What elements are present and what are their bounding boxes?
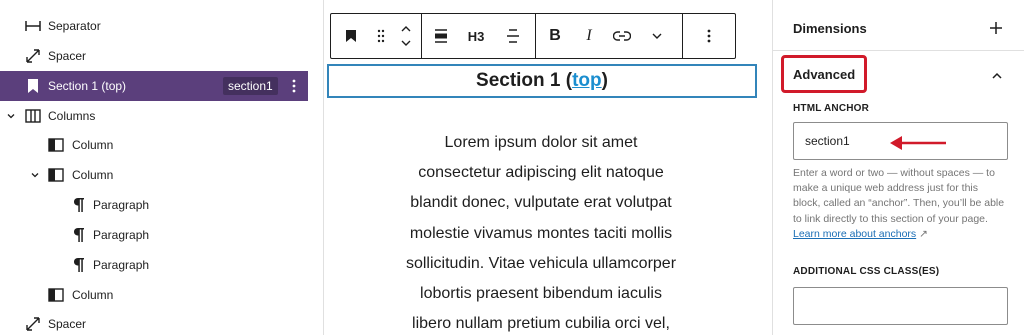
link-icon[interactable] xyxy=(604,14,640,58)
css-class-input[interactable] xyxy=(793,287,1008,325)
list-item-columns[interactable]: Columns xyxy=(0,101,308,131)
columns-icon xyxy=(24,107,42,125)
list-item-paragraph[interactable]: Paragraph xyxy=(0,250,308,280)
annotation-highlight-box xyxy=(781,55,867,93)
toolbar-format-group: B I xyxy=(536,14,683,58)
list-item-label: Column xyxy=(72,168,114,182)
pilcrow-icon xyxy=(70,256,88,274)
heading-level-button[interactable]: H3 xyxy=(460,14,492,58)
list-item-column[interactable]: Column xyxy=(0,160,308,190)
drag-handle-icon[interactable] xyxy=(371,14,391,58)
chevron-down-icon[interactable] xyxy=(640,14,674,58)
separator-icon xyxy=(24,17,42,35)
help-text: Enter a word or two — without spaces — t… xyxy=(793,167,1005,225)
list-item-label: Paragraph xyxy=(93,258,150,272)
list-item-paragraph[interactable]: Paragraph xyxy=(0,190,308,220)
paragraph-line: libero nullam pretium cubilia orci vel, xyxy=(412,315,670,333)
column-icon xyxy=(47,286,65,304)
toolbar-options-group xyxy=(683,14,735,58)
pilcrow-icon xyxy=(70,196,88,214)
list-item-spacer[interactable]: Spacer xyxy=(0,41,308,71)
toolbar-heading-group: H3 xyxy=(422,14,536,58)
block-toolbar: H3 B I xyxy=(330,13,736,59)
chevron-down-icon[interactable] xyxy=(5,110,17,122)
list-item-column[interactable]: Column xyxy=(0,280,308,310)
list-view-divider xyxy=(323,0,324,335)
list-item-label: Separator xyxy=(48,19,101,33)
list-item-label: Paragraph xyxy=(93,198,150,212)
paragraph-line: sollicitudin. Vitae vehicula ullamcorper xyxy=(405,254,677,272)
list-item-label: Column xyxy=(72,288,114,302)
paragraph-line: consectetur adipiscing elit natoque xyxy=(418,164,664,182)
list-item-label: Columns xyxy=(48,109,96,123)
bold-button[interactable]: B xyxy=(536,14,574,58)
external-link-icon: ↗ xyxy=(919,227,928,240)
css-class-label: ADDITIONAL CSS CLASS(ES) xyxy=(793,266,940,277)
paragraph-line: lobortis praesent bibendum iaculis xyxy=(420,285,662,303)
learn-more-anchors-link[interactable]: Learn more about anchors xyxy=(793,228,916,240)
panel-divider xyxy=(773,50,1024,51)
paragraph-line: Lorem ipsum dolor sit amet xyxy=(444,134,638,151)
list-item-label: Spacer xyxy=(48,317,87,331)
heading-link[interactable]: top xyxy=(572,70,602,92)
paragraph-line: molestie vivamus montes taciti mollis xyxy=(409,224,673,242)
html-anchor-label: HTML ANCHOR xyxy=(793,103,870,114)
html-anchor-help: Enter a word or two — without spaces — t… xyxy=(793,166,1007,242)
dimensions-panel-header[interactable]: Dimensions xyxy=(773,6,1024,50)
list-item-column[interactable]: Column xyxy=(0,130,308,160)
move-up-down-icon[interactable] xyxy=(391,14,421,58)
column-icon xyxy=(47,166,65,184)
dimensions-title: Dimensions xyxy=(793,20,867,36)
italic-button[interactable]: I xyxy=(574,14,604,58)
paragraph-line: blandit donec, vulputate erat volutpat xyxy=(410,194,672,212)
chevron-up-icon[interactable] xyxy=(991,68,1003,83)
toolbar-block-group xyxy=(331,14,422,58)
list-item-section-heading[interactable]: Section 1 (top) section1 xyxy=(0,71,308,101)
settings-sidebar: Dimensions Advanced HTML ANCHOR Enter a … xyxy=(773,0,1024,335)
pilcrow-icon xyxy=(70,226,88,244)
bookmark-icon[interactable] xyxy=(331,14,371,58)
list-item-spacer[interactable]: Spacer xyxy=(0,309,308,335)
heading-block[interactable]: Section 1 (top) xyxy=(327,64,757,98)
align-icon[interactable] xyxy=(422,14,460,58)
annotation-arrow-icon xyxy=(890,136,946,150)
spacer-icon xyxy=(24,315,42,333)
heading-text: Section 1 ( xyxy=(476,70,573,91)
list-item-paragraph[interactable]: Paragraph xyxy=(0,220,308,250)
paragraph-block[interactable]: Lorem ipsum dolor sit amet consectetur a… xyxy=(360,128,722,335)
text-align-icon[interactable] xyxy=(492,14,534,58)
block-options-icon[interactable] xyxy=(288,78,300,94)
list-item-label: Column xyxy=(72,138,114,152)
plus-icon[interactable] xyxy=(989,21,1003,38)
list-item-label: Spacer xyxy=(48,49,87,63)
list-item-separator[interactable]: Separator xyxy=(0,11,308,41)
column-icon xyxy=(47,136,65,154)
list-item-label: Section 1 (top) xyxy=(48,79,127,93)
bookmark-icon xyxy=(24,77,42,95)
heading-text-close: ) xyxy=(601,70,608,91)
spacer-icon xyxy=(24,47,42,65)
chevron-down-icon[interactable] xyxy=(29,169,41,181)
anchor-badge: section1 xyxy=(223,77,278,95)
more-options-icon[interactable] xyxy=(683,14,735,58)
list-item-label: Paragraph xyxy=(93,228,150,242)
list-view: Separator Spacer Section 1 (top) section… xyxy=(0,0,323,335)
